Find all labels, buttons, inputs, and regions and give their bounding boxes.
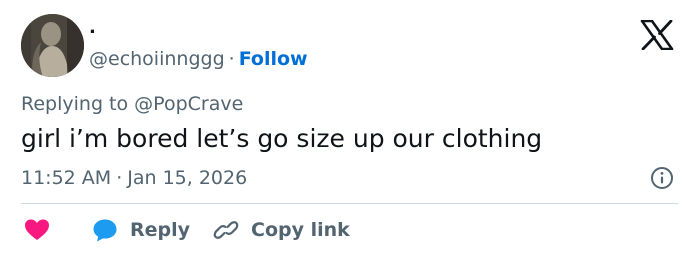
tweet-text: girl i’m bored let’s go size up our clot… — [21, 124, 543, 153]
info-icon[interactable] — [650, 166, 674, 190]
tweet-date: Jan 15, 2026 — [127, 167, 248, 189]
copy-link-label: Copy link — [251, 219, 350, 241]
reply-context: Replying to @PopCrave — [21, 92, 243, 116]
reply-button[interactable]: Reply — [92, 216, 190, 244]
tweet-embed-card: . @echoiinnggg · Follow Replying to @PopCr… — [0, 0, 700, 256]
tweet-time: 11:52 AM — [21, 167, 112, 189]
tweet-timestamp[interactable]: 11:52 AM · Jan 15, 2026 — [21, 166, 247, 190]
timestamp-separator: · — [116, 167, 123, 189]
avatar[interactable] — [21, 14, 84, 77]
divider — [21, 203, 678, 204]
handle-line: @echoiinnggg · Follow — [89, 47, 308, 71]
speech-bubble-icon — [93, 219, 117, 242]
display-name[interactable]: . — [89, 18, 96, 38]
x-logo-icon[interactable] — [640, 20, 674, 50]
reply-context-prefix: Replying to — [21, 93, 129, 115]
like-button[interactable] — [24, 216, 50, 244]
handle-separator: · — [228, 48, 235, 70]
follow-link[interactable]: Follow — [239, 48, 308, 70]
link-icon — [213, 221, 239, 239]
copy-link-button[interactable]: Copy link — [213, 216, 350, 244]
reply-context-mention[interactable]: @PopCrave — [134, 93, 243, 115]
reply-label: Reply — [130, 219, 191, 241]
avatar-image — [21, 14, 84, 77]
user-handle[interactable]: @echoiinnggg — [89, 48, 225, 70]
heart-icon — [25, 219, 49, 240]
